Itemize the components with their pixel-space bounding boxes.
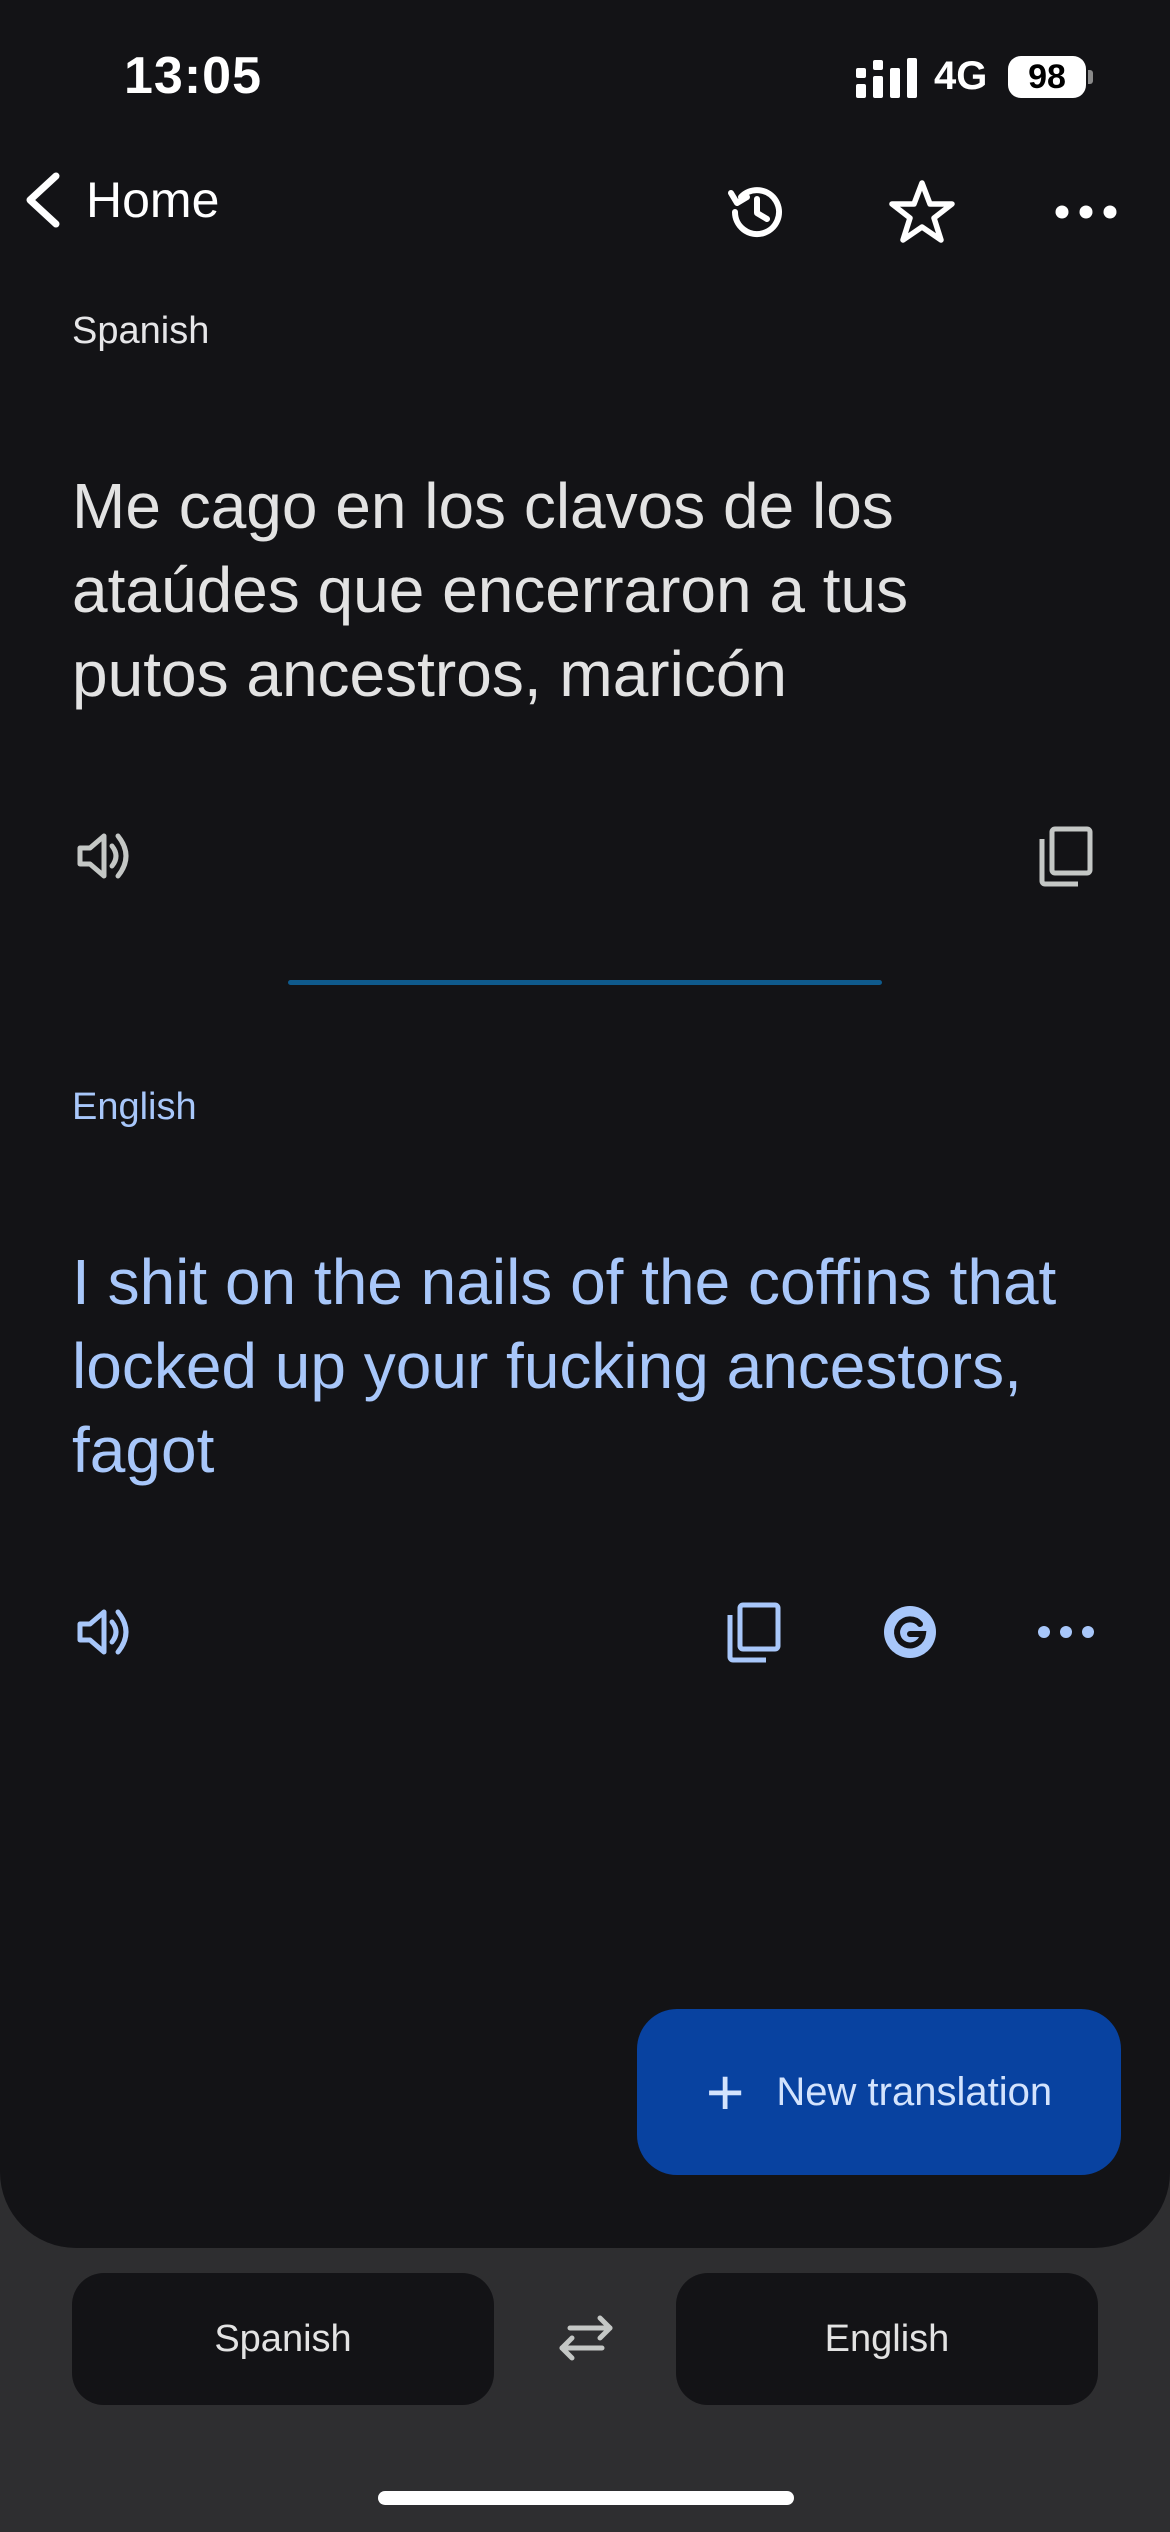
new-translation-button[interactable]: + New translation <box>637 2009 1121 2175</box>
target-language-selector[interactable]: English <box>676 2273 1098 2405</box>
chevron-left-icon <box>26 172 60 228</box>
swap-icon <box>559 2315 613 2361</box>
history-icon <box>728 187 782 238</box>
new-translation-label: New translation <box>776 2069 1053 2114</box>
google-search-button[interactable] <box>870 1592 950 1672</box>
more-icon <box>1055 205 1117 219</box>
target-more-button[interactable] <box>1026 1592 1106 1672</box>
section-divider <box>288 980 882 985</box>
status-time: 13:05 <box>124 47 262 105</box>
more-icon <box>1038 1626 1094 1638</box>
swap-languages-button[interactable] <box>548 2300 624 2376</box>
source-copy-button[interactable] <box>1026 816 1106 896</box>
target-language-label: English <box>72 1086 197 1128</box>
star-icon <box>889 180 955 243</box>
network-label: 4G <box>934 54 988 98</box>
source-text[interactable]: Me cago en los clavos de los ataúdes que… <box>72 464 1072 716</box>
source-language-selector-label: Spanish <box>214 2317 352 2360</box>
history-button[interactable] <box>720 176 792 248</box>
target-listen-button[interactable] <box>64 1592 144 1672</box>
home-indicator <box>378 2491 794 2505</box>
source-language-selector[interactable]: Spanish <box>72 2273 494 2405</box>
battery-tip <box>1088 70 1093 84</box>
source-listen-button[interactable] <box>64 816 144 896</box>
translated-text[interactable]: I shit on the nails of the coffins that … <box>72 1240 1072 1492</box>
speaker-icon <box>77 1609 129 1655</box>
battery-indicator: 98 <box>1008 56 1086 98</box>
signal-icon <box>856 58 917 98</box>
copy-icon <box>727 1602 781 1663</box>
plus-icon: + <box>705 2055 745 2129</box>
favorite-button[interactable] <box>886 176 958 248</box>
back-button[interactable]: Home <box>20 170 219 230</box>
more-options-button[interactable] <box>1050 176 1122 248</box>
google-icon <box>884 1606 936 1658</box>
speaker-icon <box>77 833 129 879</box>
target-copy-button[interactable] <box>714 1592 794 1672</box>
target-language-selector-label: English <box>824 2317 950 2360</box>
copy-icon <box>1039 826 1093 887</box>
back-label: Home <box>86 172 220 228</box>
source-language-label: Spanish <box>72 310 210 352</box>
